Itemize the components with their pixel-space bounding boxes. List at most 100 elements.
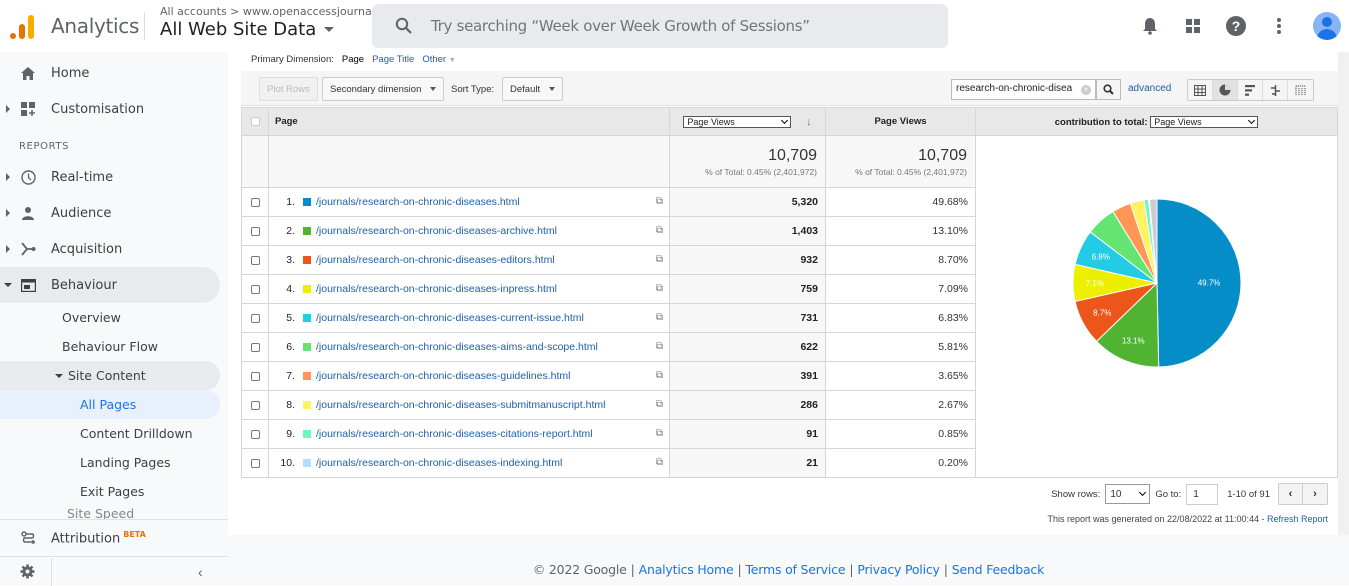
pivot-icon[interactable] (1288, 80, 1313, 100)
privacy-policy-link[interactable]: Privacy Policy (857, 562, 940, 577)
sort-type-dropdown[interactable]: Default (502, 77, 564, 101)
row-checkbox[interactable] (250, 429, 260, 439)
column-header-page-views[interactable]: Page Views (825, 107, 976, 136)
open-external-icon[interactable]: ⧉ (656, 457, 663, 468)
terms-of-service-link[interactable]: Terms of Service (746, 562, 846, 577)
pie-chart-icon[interactable] (1213, 80, 1238, 100)
page-views-percent: 0.85% (825, 419, 976, 449)
row-checkbox[interactable] (250, 313, 260, 323)
page-link[interactable]: /journals/research-on-chronic-diseases-i… (316, 457, 562, 469)
page-link[interactable]: /journals/research-on-chronic-diseases-c… (316, 312, 584, 324)
sidebar-item-site-content[interactable]: Site Content (0, 361, 220, 390)
sidebar-item-content-drilldown[interactable]: Content Drilldown (0, 419, 220, 448)
sidebar-item-attribution[interactable]: Attribution BETA (0, 520, 220, 556)
dimension-page[interactable]: Page (342, 54, 364, 65)
page-views-percent: 7.09% (825, 274, 976, 304)
divider (0, 556, 228, 557)
bell-icon[interactable] (1138, 14, 1162, 38)
sort-arrow-icon[interactable]: ↓ (806, 116, 812, 128)
sidebar-item-behaviour[interactable]: Behaviour (0, 267, 220, 303)
account-breadcrumb[interactable]: All accounts > www.openaccessjourna... (160, 5, 382, 18)
data-table-icon[interactable] (1188, 80, 1213, 100)
page-link[interactable]: /journals/research-on-chronic-diseases-a… (316, 341, 598, 353)
refresh-report-link[interactable]: Refresh Report (1267, 514, 1328, 524)
search-bar[interactable]: Try searching “Week over Week Growth of … (372, 4, 948, 48)
series-color-swatch (303, 314, 311, 323)
open-external-icon[interactable]: ⧉ (656, 370, 663, 381)
page-link[interactable]: /journals/research-on-chronic-diseases-c… (316, 428, 593, 440)
row-checkbox[interactable] (250, 342, 260, 352)
sidebar-item-acquisition[interactable]: Acquisition (0, 231, 220, 267)
open-external-icon[interactable]: ⧉ (656, 341, 663, 352)
open-external-icon[interactable]: ⧉ (656, 225, 663, 236)
page-link[interactable]: /journals/research-on-chronic-diseases-a… (316, 225, 557, 237)
clear-filter-icon[interactable]: × (1081, 85, 1091, 95)
advanced-filter-link[interactable]: advanced (1128, 83, 1171, 94)
column-header-page[interactable]: Page (268, 107, 670, 136)
page-views-value: 731 (669, 303, 826, 333)
row-range: 1-10 of 91 (1227, 488, 1270, 500)
open-external-icon[interactable]: ⧉ (656, 428, 663, 439)
sidebar-item-real-time[interactable]: Real-time (0, 159, 220, 195)
analytics-home-link[interactable]: Analytics Home (639, 562, 734, 577)
goto-page-input[interactable]: 1 (1186, 483, 1219, 505)
row-checkbox[interactable] (250, 371, 260, 381)
series-color-swatch (303, 256, 311, 265)
dimension-page-title[interactable]: Page Title (372, 54, 414, 65)
account-avatar-icon[interactable] (1313, 12, 1341, 40)
sidebar-item-site-speed[interactable]: Site Speed (0, 506, 220, 519)
table-filter-input[interactable]: research-on-chronic-disea × (951, 79, 1096, 100)
sidebar-item-home[interactable]: Home (0, 55, 220, 91)
acquisition-icon (20, 241, 36, 257)
page-scrollbar[interactable] (1338, 52, 1349, 535)
show-rows-select[interactable]: 10 (1105, 484, 1151, 504)
open-external-icon[interactable]: ⧉ (656, 399, 663, 410)
prev-page-button[interactable]: ‹ (1279, 484, 1303, 504)
help-icon[interactable]: ? (1224, 14, 1248, 38)
apps-grid-icon[interactable] (1181, 14, 1205, 38)
page-link[interactable]: /journals/research-on-chronic-diseases.h… (316, 196, 520, 208)
contribution-dropdown[interactable]: Page Views (1150, 115, 1259, 128)
send-feedback-link[interactable]: Send Feedback (952, 562, 1045, 577)
open-external-icon[interactable]: ⧉ (656, 254, 663, 265)
pie-data-label: 6.8% (1092, 253, 1110, 262)
comparison-icon[interactable] (1263, 80, 1288, 100)
view-selector[interactable]: All Web Site Data (160, 19, 335, 40)
contribution-pie-chart: 49.7% 13.1% 8.7% 7.1% 6.8% (1072, 198, 1242, 368)
pie-data-label: 7.1% (1086, 279, 1104, 288)
open-external-icon[interactable]: ⧉ (656, 312, 663, 323)
metric-dropdown[interactable]: Page Views (683, 115, 792, 128)
row-checkbox[interactable] (250, 197, 260, 207)
next-page-button[interactable]: › (1303, 484, 1327, 504)
row-checkbox[interactable] (250, 458, 260, 468)
page-link[interactable]: /journals/research-on-chronic-diseases-i… (316, 283, 557, 295)
page-views-value: 5,320 (669, 187, 826, 217)
sidebar-item-behaviour-flow[interactable]: Behaviour Flow (0, 332, 220, 361)
sidebar-item-landing-pages[interactable]: Landing Pages (0, 448, 220, 477)
more-vert-icon[interactable] (1267, 14, 1291, 38)
analytics-logo-icon[interactable] (10, 13, 36, 39)
filter-search-button[interactable] (1096, 79, 1121, 100)
sidebar-item-audience[interactable]: Audience (0, 195, 220, 231)
sidebar-item-exit-pages[interactable]: Exit Pages (0, 477, 220, 506)
row-checkbox[interactable] (250, 284, 260, 294)
page-link[interactable]: /journals/research-on-chronic-diseases-g… (316, 370, 570, 382)
sidebar-item-all-pages[interactable]: All Pages (0, 390, 220, 419)
open-external-icon[interactable]: ⧉ (656, 283, 663, 294)
page-link[interactable]: /journals/research-on-chronic-diseases-e… (316, 254, 555, 266)
row-checkbox[interactable] (250, 400, 260, 410)
select-all-checkbox[interactable] (250, 117, 260, 126)
gear-icon[interactable] (20, 564, 35, 584)
sidebar-item-overview[interactable]: Overview (0, 303, 220, 332)
row-checkbox[interactable] (250, 255, 260, 265)
secondary-dimension-dropdown[interactable]: Secondary dimension (322, 77, 445, 101)
open-external-icon[interactable]: ⧉ (656, 196, 663, 207)
sidebar-footer: Attribution BETA ‹ (0, 519, 228, 586)
dimension-other[interactable]: Other ▼ (422, 54, 455, 65)
row-checkbox[interactable] (250, 226, 260, 236)
page-link[interactable]: /journals/research-on-chronic-diseases-s… (316, 399, 605, 411)
sidebar-item-customisation[interactable]: Customisation (0, 91, 220, 127)
collapse-sidebar-icon[interactable]: ‹ (198, 564, 203, 580)
performance-bar-icon[interactable] (1238, 80, 1263, 100)
plot-rows-button[interactable]: Plot Rows (259, 77, 318, 101)
